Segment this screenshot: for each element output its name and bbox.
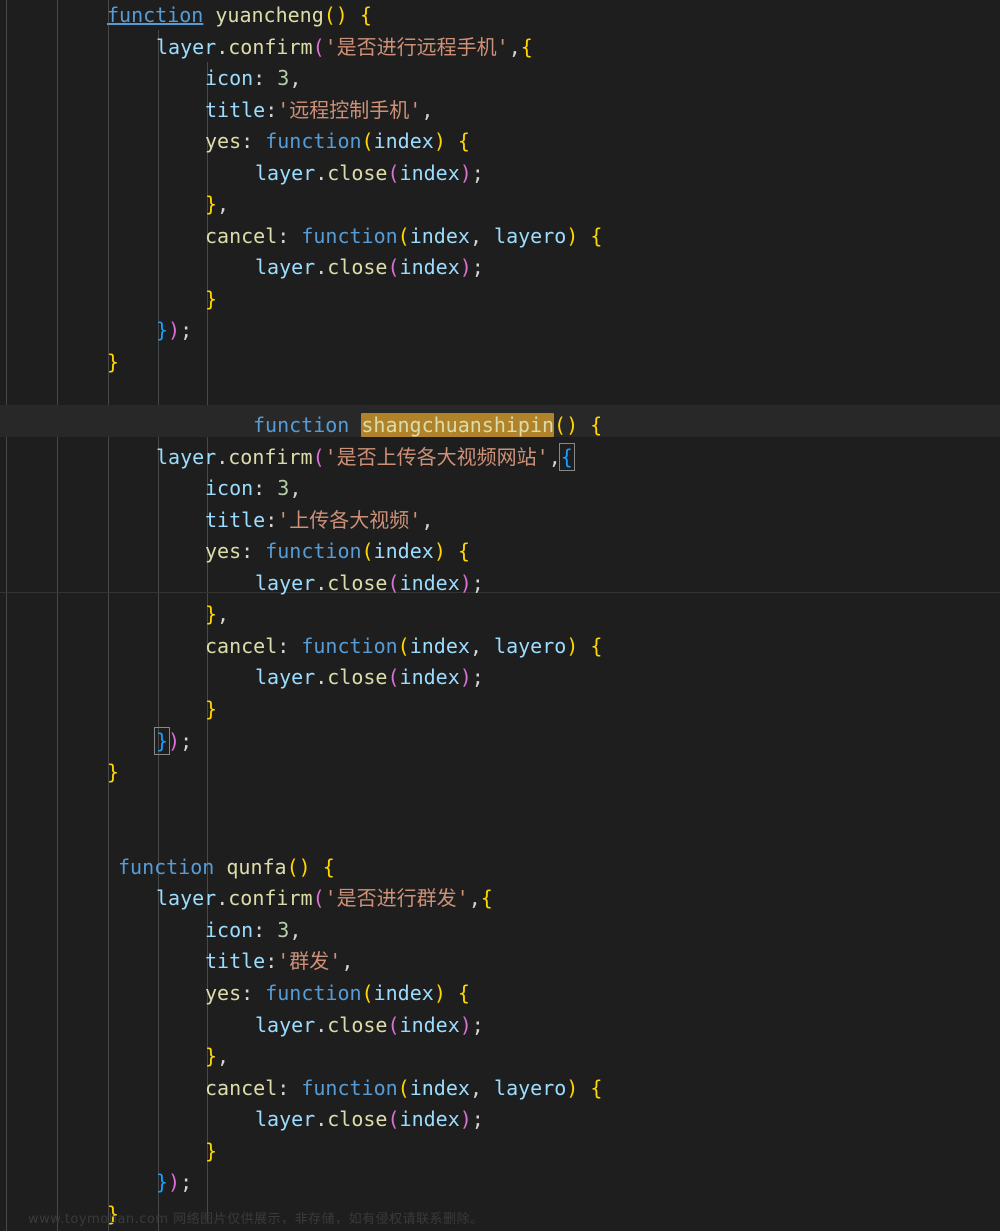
code-line[interactable]: cancel: function(index, layero) { xyxy=(0,631,1000,663)
code-line[interactable]: layer.confirm('是否上传各大视频网站',{ xyxy=(0,442,1000,474)
code-line[interactable]: } xyxy=(0,284,1000,316)
token-number: 3 xyxy=(277,476,290,501)
token-string: '是否进行远程手机' xyxy=(324,34,509,59)
code-content[interactable]: function yuancheng() { layer.confirm('是否… xyxy=(0,0,1000,1230)
code-line[interactable]: }); xyxy=(0,1167,1000,1199)
token-string: '是否进行群发' xyxy=(324,886,469,911)
token-string: '是否上传各大视频网站' xyxy=(324,444,549,469)
bracket-match-close: } xyxy=(153,726,171,755)
code-line[interactable]: }, xyxy=(0,1041,1000,1073)
code-line[interactable]: icon: 3, xyxy=(0,473,1000,505)
code-line[interactable]: layer.close(index); xyxy=(0,252,1000,284)
code-line[interactable]: function yuancheng() { xyxy=(0,0,1000,32)
selected-word-highlight[interactable]: shangchuanshipin xyxy=(361,413,555,438)
code-line[interactable]: yes: function(index) { xyxy=(0,978,1000,1010)
code-line[interactable]: }, xyxy=(0,189,1000,221)
code-line[interactable]: }); xyxy=(0,315,1000,347)
code-line-blank[interactable] xyxy=(0,820,1000,852)
code-line[interactable]: } xyxy=(0,694,1000,726)
token-string: '远程控制手机' xyxy=(277,97,422,122)
watermark-text: www.toymoban.com 网络图片仅供展示，非存储，如有侵权请联系删除。 xyxy=(28,1212,484,1227)
code-line[interactable]: cancel: function(index, layero) { xyxy=(0,1073,1000,1105)
code-line[interactable]: } xyxy=(0,1136,1000,1168)
code-line[interactable]: }); xyxy=(0,726,1000,758)
code-line[interactable]: title:'远程控制手机', xyxy=(0,95,1000,127)
code-line[interactable]: cancel: function(index, layero) { xyxy=(0,221,1000,253)
bracket-match-open: { xyxy=(558,442,575,471)
code-editor-viewport[interactable]: function yuancheng() { layer.confirm('是否… xyxy=(0,0,1000,1231)
code-line[interactable]: layer.confirm('是否进行远程手机',{ xyxy=(0,32,1000,64)
code-line[interactable]: } xyxy=(0,347,1000,379)
code-line[interactable]: layer.close(index); xyxy=(0,158,1000,190)
code-line[interactable]: icon: 3, xyxy=(0,63,1000,95)
token-function-name[interactable]: yuancheng xyxy=(215,3,323,27)
code-line[interactable]: title:'上传各大视频', xyxy=(0,505,1000,537)
code-line[interactable]: icon: 3, xyxy=(0,915,1000,947)
code-line[interactable]: layer.close(index); xyxy=(0,1104,1000,1136)
token-string: '群发' xyxy=(277,949,342,974)
code-line[interactable]: yes: function(index) { xyxy=(0,536,1000,568)
token-function-name[interactable]: qunfa xyxy=(226,855,286,879)
code-line[interactable]: layer.close(index); xyxy=(0,662,1000,694)
code-line[interactable]: layer.close(index); xyxy=(0,1010,1000,1042)
code-line-active[interactable]: function shangchuanshipin() { xyxy=(0,410,1000,442)
code-line-blank[interactable] xyxy=(0,789,1000,821)
code-line[interactable]: layer.confirm('是否进行群发',{ xyxy=(0,883,1000,915)
code-line[interactable]: }, xyxy=(0,599,1000,631)
token-number: 3 xyxy=(277,66,290,91)
token-keyword[interactable]: function xyxy=(107,3,203,27)
code-line[interactable]: } xyxy=(0,757,1000,789)
code-line[interactable]: function qunfa() { xyxy=(0,852,1000,884)
code-line[interactable]: title:'群发', xyxy=(0,946,1000,978)
code-line[interactable]: layer.close(index); xyxy=(0,568,1000,600)
token-string: '上传各大视频' xyxy=(277,507,422,532)
code-line-blank[interactable] xyxy=(0,379,1000,411)
code-line[interactable]: yes: function(index) { xyxy=(0,126,1000,158)
token-number: 3 xyxy=(277,917,290,942)
